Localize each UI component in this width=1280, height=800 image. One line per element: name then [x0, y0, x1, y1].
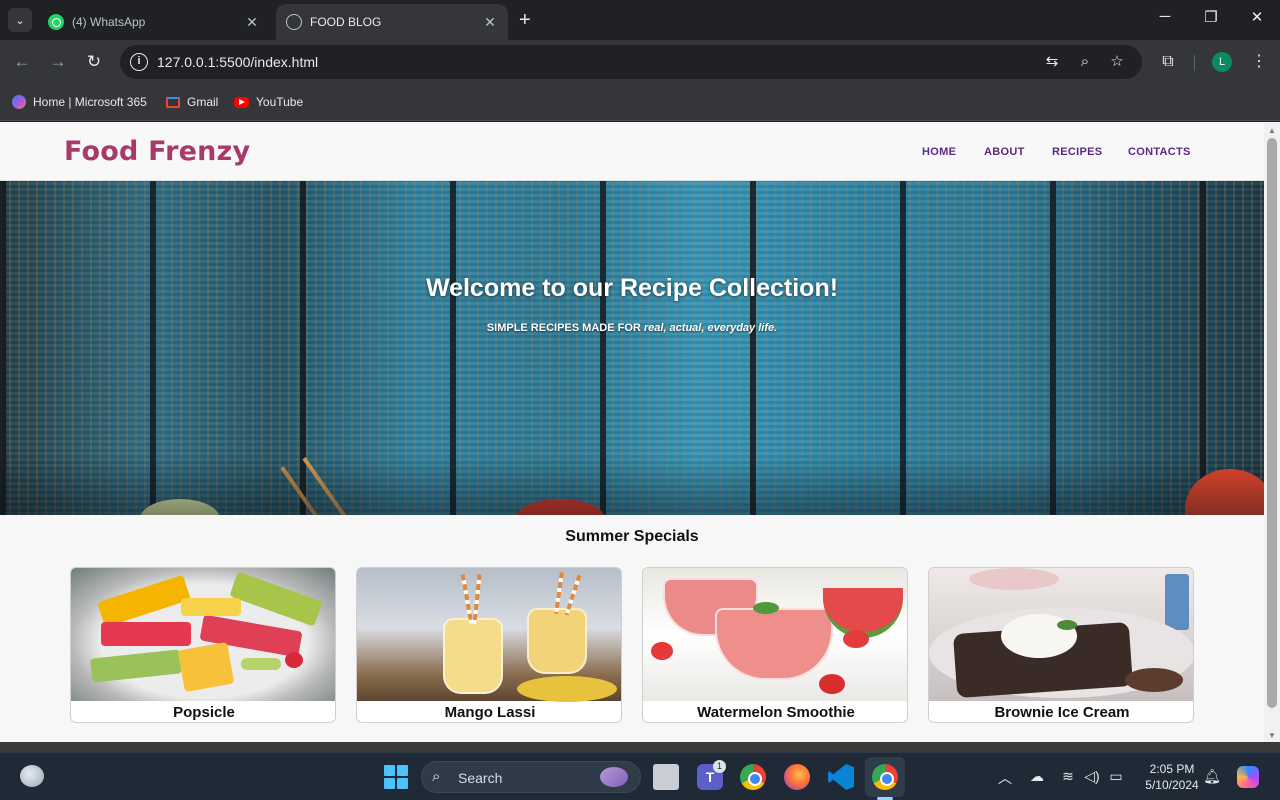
taskbar-search-label: Search [458, 770, 503, 786]
weather-widget-icon[interactable] [20, 765, 44, 787]
taskbar-search-box[interactable]: ⌕ Search [421, 761, 641, 793]
microsoft-365-icon [12, 95, 26, 109]
tab-title: (4) WhatsApp [72, 15, 146, 29]
hero-tomato-decoration [515, 499, 605, 515]
task-view-icon[interactable] [653, 764, 679, 790]
hero-chopstick-decoration [280, 466, 324, 515]
new-tab-plus-icon[interactable]: + [519, 9, 531, 31]
brownie-ice-cream-image [929, 568, 1193, 701]
recipe-card-title: Mango Lassi [444, 704, 536, 721]
site-logo[interactable]: Food Frenzy [64, 136, 250, 167]
nav-link-recipes[interactable]: RECIPES [1052, 146, 1102, 158]
bookmark-microsoft-365[interactable]: Home | Microsoft 365 [12, 92, 147, 112]
recipe-card-title: Watermelon Smoothie [697, 704, 855, 721]
translate-icon[interactable]: ⇆ [1042, 52, 1062, 72]
copilot-icon[interactable] [1237, 766, 1259, 788]
taskbar-clock[interactable]: 2:05 PM 5/10/2024 [1140, 761, 1204, 793]
youtube-icon [234, 96, 249, 108]
onedrive-error-icon[interactable]: ☁ [1028, 768, 1046, 785]
recipe-card-title: Popsicle [173, 704, 235, 721]
back-arrow-icon[interactable]: ← [11, 51, 33, 73]
popsicle-image [71, 568, 335, 701]
tab-whatsapp[interactable]: (4) WhatsApp ✕ [38, 4, 270, 40]
menu-kebab-icon[interactable]: ⋮ [1248, 51, 1270, 73]
recipe-card-brownie-ice-cream[interactable]: Brownie Ice Cream [928, 567, 1194, 723]
gmail-icon [166, 96, 180, 108]
page-footer-strip [0, 742, 1280, 752]
toolbar-divider [1194, 55, 1195, 71]
start-windows-icon[interactable] [384, 765, 408, 789]
tab-food-blog[interactable]: FOOD BLOG ✕ [276, 4, 508, 40]
hero-subtitle: SIMPLE RECIPES MADE FOR real, actual, ev… [0, 322, 1264, 334]
clock-date: 5/10/2024 [1145, 778, 1199, 792]
watermelon-smoothie-image [643, 568, 907, 701]
search-highlight-icon [600, 767, 628, 787]
whatsapp-icon [48, 14, 64, 30]
recipe-card-title: Brownie Ice Cream [994, 704, 1130, 721]
restore-icon[interactable]: ❐ [1188, 8, 1234, 26]
recipe-card-mango-lassi[interactable]: Mango Lassi [356, 567, 622, 723]
site-info-icon[interactable]: i [130, 53, 148, 71]
extensions-icon[interactable]: ⧉ [1157, 51, 1179, 73]
close-tab-icon[interactable]: ✕ [482, 14, 498, 31]
zoom-icon[interactable]: ⌕ [1075, 52, 1095, 72]
clock-time: 2:05 PM [1149, 762, 1195, 776]
hero-subtitle-emphasis: real, actual, everyday life. [643, 322, 778, 334]
close-window-icon[interactable]: ✕ [1234, 8, 1280, 26]
forward-arrow-icon[interactable]: → [47, 51, 69, 73]
bookmarks-bar: Home | Microsoft 365 Gmail YouTube [0, 84, 1280, 121]
minimize-icon[interactable]: ─ [1142, 8, 1188, 25]
tab-title: FOOD BLOG [310, 15, 382, 29]
profile-avatar[interactable]: L [1212, 52, 1232, 72]
recipe-card-popsicle[interactable]: Popsicle [70, 567, 336, 723]
search-icon: ⌕ [432, 768, 441, 785]
hero-banner: Welcome to our Recipe Collection! SIMPLE… [0, 181, 1264, 515]
address-bar[interactable]: i 127.0.0.1:5500/index.html ⇆ ⌕ ☆ [120, 45, 1142, 79]
browser-toolbar: ← → ↻ i 127.0.0.1:5500/index.html ⇆ ⌕ ☆ … [0, 40, 1280, 84]
site-header: Food Frenzy HOME ABOUT RECIPES CONTACTS [0, 122, 1264, 181]
tab-strip: ⌄ (4) WhatsApp ✕ FOOD BLOG ✕ + ─ ❐ ✕ [0, 0, 1280, 40]
section-title: Summer Specials [565, 528, 699, 545]
chrome-profile-icon[interactable] [872, 764, 898, 790]
notification-bell-icon[interactable]: 🔔︎ [1203, 768, 1221, 785]
bookmark-label: Gmail [187, 95, 219, 109]
tray-overflow-chevron-icon[interactable]: ︿ [996, 768, 1014, 788]
hero-title: Welcome to our Recipe Collection! [425, 274, 839, 302]
scroll-down-arrow-icon[interactable]: ▼ [1268, 731, 1276, 740]
tab-search-chevron-icon[interactable]: ⌄ [8, 8, 32, 32]
mango-lassi-image [357, 568, 621, 702]
wifi-icon[interactable]: ≋ [1059, 768, 1077, 785]
bookmark-gmail[interactable]: Gmail [166, 92, 218, 112]
teams-notification-badge: 1 [713, 760, 726, 773]
close-tab-icon[interactable]: ✕ [244, 14, 260, 31]
url-text[interactable]: 127.0.0.1:5500/index.html [157, 54, 318, 70]
nav-link-about[interactable]: ABOUT [984, 146, 1025, 158]
recipe-card-watermelon-smoothie[interactable]: Watermelon Smoothie [642, 567, 908, 723]
vscode-icon[interactable] [828, 764, 854, 790]
hero-subtitle-prefix: SIMPLE RECIPES MADE FOR [486, 322, 644, 334]
firefox-icon[interactable] [784, 764, 810, 790]
hero-lime-decoration [140, 499, 220, 515]
windows-taskbar: ⌕ Search T 1 ︿ ☁ ≋ ◁) ▭ 2:05 PM 5/10/202… [0, 752, 1280, 800]
scrollbar-thumb[interactable] [1267, 138, 1277, 708]
chrome-icon[interactable] [740, 764, 766, 790]
page-viewport: Food Frenzy HOME ABOUT RECIPES CONTACTS … [0, 122, 1280, 742]
bookmark-star-icon[interactable]: ☆ [1107, 52, 1127, 72]
page-scrollbar[interactable]: ▲ ▼ [1264, 122, 1280, 742]
reload-icon[interactable]: ↻ [83, 51, 105, 73]
nav-link-home[interactable]: HOME [922, 146, 956, 158]
bookmark-label: Home | Microsoft 365 [33, 95, 147, 109]
nav-link-contacts[interactable]: CONTACTS [1128, 146, 1191, 158]
battery-icon[interactable]: ▭ [1107, 768, 1125, 785]
bookmark-youtube[interactable]: YouTube [234, 92, 303, 112]
hero-chopstick-decoration [302, 457, 352, 515]
volume-icon[interactable]: ◁) [1083, 768, 1101, 785]
hero-pepper-decoration [1185, 469, 1264, 515]
scroll-up-arrow-icon[interactable]: ▲ [1268, 126, 1276, 135]
globe-icon [286, 14, 302, 30]
bookmark-label: YouTube [256, 95, 304, 109]
